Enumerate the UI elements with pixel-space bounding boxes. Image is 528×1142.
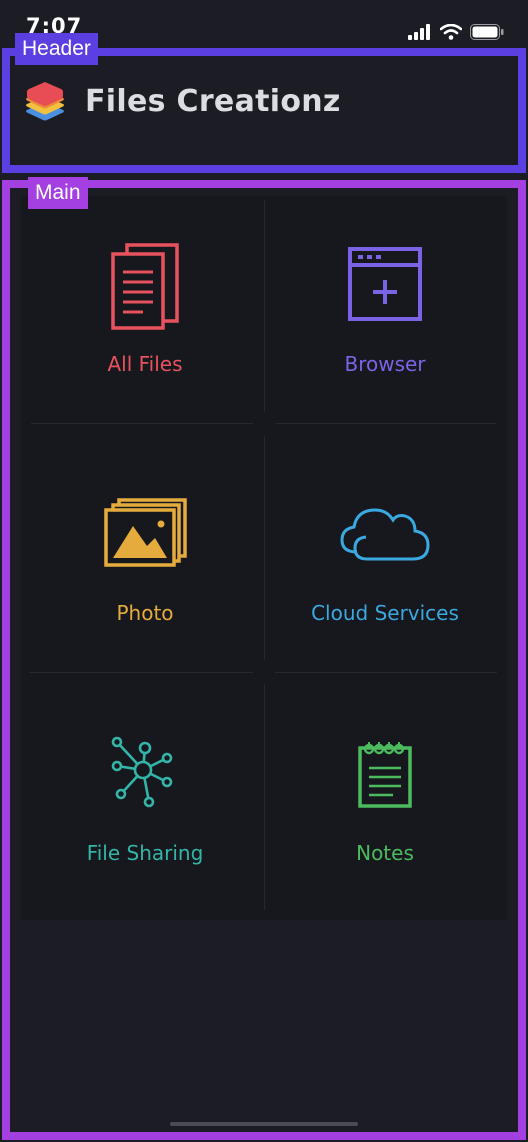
header-region-outline: [2, 48, 526, 173]
main-region-outline: [2, 180, 526, 1140]
header-region-label: Header: [15, 33, 98, 65]
wifi-icon: [440, 24, 462, 40]
status-icons: [408, 22, 504, 42]
main-region-label: Main: [28, 177, 88, 209]
signal-icon: [408, 24, 430, 40]
app-screen: 7:07 Files Creationz All Files Browser P…: [0, 0, 528, 1142]
battery-icon: [470, 24, 504, 40]
home-indicator[interactable]: [170, 1122, 358, 1126]
